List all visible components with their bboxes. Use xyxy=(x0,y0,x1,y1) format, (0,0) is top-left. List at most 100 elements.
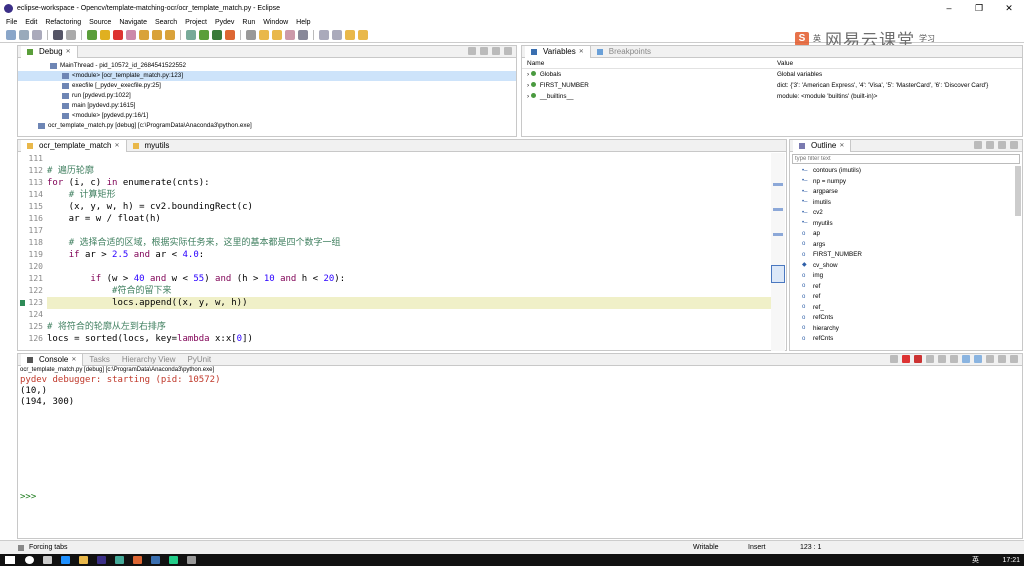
collapse-icon[interactable] xyxy=(468,47,476,55)
outline-scrollbar[interactable] xyxy=(1015,166,1021,216)
pencil-icon[interactable] xyxy=(285,30,295,40)
terminate-icon[interactable] xyxy=(902,355,910,363)
menu-help[interactable]: Help xyxy=(296,19,310,26)
tab-debug[interactable]: Debug ✕ xyxy=(21,46,78,58)
minimize-view-icon[interactable] xyxy=(492,47,500,55)
tab-hierarchy-view[interactable]: Hierarchy View xyxy=(116,354,182,366)
step-into-icon[interactable] xyxy=(139,30,149,40)
outline-item[interactable]: o img xyxy=(790,271,1022,282)
debug-stack-row[interactable]: run [pydevd.py:1022] xyxy=(18,91,516,101)
tab-tasks[interactable]: Tasks xyxy=(83,354,115,366)
outline-item[interactable]: o ref xyxy=(790,282,1022,293)
debug-stack-row[interactable]: main [pydevd.py:1615] xyxy=(18,101,516,111)
code-line[interactable]: if ar > 2.5 and ar < 4.0: xyxy=(47,249,205,261)
code-line[interactable]: #符合的留下来 xyxy=(47,285,171,297)
outline-item[interactable]: o FIRST_NUMBER xyxy=(790,250,1022,261)
menu-project[interactable]: Project xyxy=(185,19,207,26)
outline-item[interactable]: •– cv2 xyxy=(790,208,1022,219)
view-menu-icon[interactable] xyxy=(480,47,488,55)
overview-ruler[interactable] xyxy=(771,153,785,351)
tab-console[interactable]: Console ✕ xyxy=(21,354,84,366)
coverage-icon[interactable] xyxy=(225,30,235,40)
close-icon[interactable]: ✕ xyxy=(114,142,119,149)
tab-ocr-template-match[interactable]: ocr_template_match ✕ xyxy=(21,140,127,152)
tab-outline[interactable]: Outline ✕ xyxy=(793,140,852,152)
tab-breakpoints[interactable]: Breakpoints xyxy=(591,46,657,58)
drop-to-frame-icon[interactable] xyxy=(186,30,196,40)
minimize-view-icon[interactable] xyxy=(998,355,1006,363)
outline-item[interactable]: •– contours (imutils) xyxy=(790,166,1022,177)
outline-item[interactable]: ◆ cv_show xyxy=(790,261,1022,272)
suspend-icon[interactable] xyxy=(100,30,110,40)
search-icon[interactable] xyxy=(25,556,34,564)
menu-file[interactable]: File xyxy=(6,19,17,26)
close-button[interactable]: ✕ xyxy=(994,0,1024,17)
word-wrap-icon[interactable] xyxy=(950,355,958,363)
app-icon[interactable] xyxy=(169,556,178,564)
open-folder-icon[interactable] xyxy=(259,30,269,40)
menu-refactoring[interactable]: Refactoring xyxy=(45,19,81,26)
edge-icon[interactable] xyxy=(61,556,70,564)
tab-variables[interactable]: Variables ✕ xyxy=(525,46,591,58)
close-icon[interactable]: ✕ xyxy=(66,48,71,55)
debug-stack-row[interactable]: MainThread - pid_10572_id_2684541522552 xyxy=(18,61,516,71)
step-return-icon[interactable] xyxy=(165,30,175,40)
code-editor[interactable]: 111 112 # 遍历轮廓 113 for (i, c) in enumerate(c… xyxy=(20,153,785,351)
new-icon[interactable] xyxy=(6,30,16,40)
debug-run-icon[interactable] xyxy=(212,30,222,40)
collapse-all-icon[interactable] xyxy=(998,141,1006,149)
run-icon[interactable] xyxy=(199,30,209,40)
debug-stack-row[interactable]: ocr_template_match.py [debug] [c:\Progra… xyxy=(18,121,516,131)
windows-start-icon[interactable] xyxy=(5,556,15,564)
maximize-view-icon[interactable] xyxy=(504,47,512,55)
column-value[interactable]: Value xyxy=(772,60,793,67)
debug-stack-row[interactable]: <module> [ocr_template_match.py:123] xyxy=(18,71,516,81)
sort-icon[interactable] xyxy=(974,141,982,149)
outline-item[interactable]: •– myutils xyxy=(790,219,1022,230)
task-view-icon[interactable] xyxy=(43,556,52,564)
outline-filter-input[interactable] xyxy=(792,154,1020,164)
pin-console-icon[interactable] xyxy=(962,355,970,363)
tab-pyunit[interactable]: PyUnit xyxy=(182,354,218,366)
variable-row[interactable]: › Globals Global variables xyxy=(522,69,1022,80)
debug-config-icon[interactable] xyxy=(53,30,63,40)
variable-row[interactable]: › __builtins__ module: <module 'builtins'… xyxy=(522,91,1022,102)
outline-item[interactable]: o ref_ xyxy=(790,303,1022,314)
step-over-icon[interactable] xyxy=(152,30,162,40)
tab-myutils[interactable]: myutils xyxy=(127,140,176,152)
code-line[interactable]: # 计算矩形 xyxy=(47,189,116,201)
code-line[interactable]: locs = sorted(locs, key=lambda x:x[0]) xyxy=(47,333,253,345)
close-icon[interactable]: ✕ xyxy=(839,142,844,149)
skip-breakpoints-icon[interactable] xyxy=(66,30,76,40)
outline-item[interactable]: o refCnts xyxy=(790,334,1022,345)
open-type-icon[interactable] xyxy=(272,30,282,40)
scroll-lock-icon[interactable] xyxy=(938,355,946,363)
save-icon[interactable] xyxy=(19,30,29,40)
show-console-icon[interactable] xyxy=(974,355,982,363)
ime-indicator[interactable]: 英 xyxy=(972,555,979,565)
view-menu-icon[interactable] xyxy=(1010,141,1018,149)
code-line[interactable]: for (i, c) in enumerate(cnts): xyxy=(47,177,210,189)
outline-item[interactable]: •– argparse xyxy=(790,187,1022,198)
menu-search[interactable]: Search xyxy=(155,19,177,26)
open-console-icon[interactable] xyxy=(986,355,994,363)
code-line[interactable]: locs.append((x, y, w, h)) xyxy=(47,297,247,309)
code-line[interactable]: (x, y, w, h) = cv2.boundingRect(c) xyxy=(47,201,253,213)
outline-item[interactable]: o hierarchy xyxy=(790,324,1022,335)
menu-edit[interactable]: Edit xyxy=(25,19,37,26)
minimize-button[interactable]: – xyxy=(934,0,964,17)
remove-launch-icon[interactable] xyxy=(914,355,922,363)
print-icon[interactable] xyxy=(32,30,42,40)
menu-run[interactable]: Run xyxy=(242,19,255,26)
search-toolbar-icon[interactable] xyxy=(298,30,308,40)
external-tools-icon[interactable] xyxy=(246,30,256,40)
code-line[interactable]: ar = w / float(h) xyxy=(47,213,161,225)
terminate-icon[interactable] xyxy=(113,30,123,40)
resume-icon[interactable] xyxy=(87,30,97,40)
outline-item[interactable]: •– imutils xyxy=(790,198,1022,209)
code-line[interactable]: if (w > 40 and w < 55) and (h > 10 and h… xyxy=(47,273,345,285)
maximize-button[interactable]: ❐ xyxy=(964,0,994,17)
next-annotation-icon[interactable] xyxy=(319,30,329,40)
app-icon[interactable] xyxy=(133,556,142,564)
outline-item[interactable]: o refCnts xyxy=(790,313,1022,324)
